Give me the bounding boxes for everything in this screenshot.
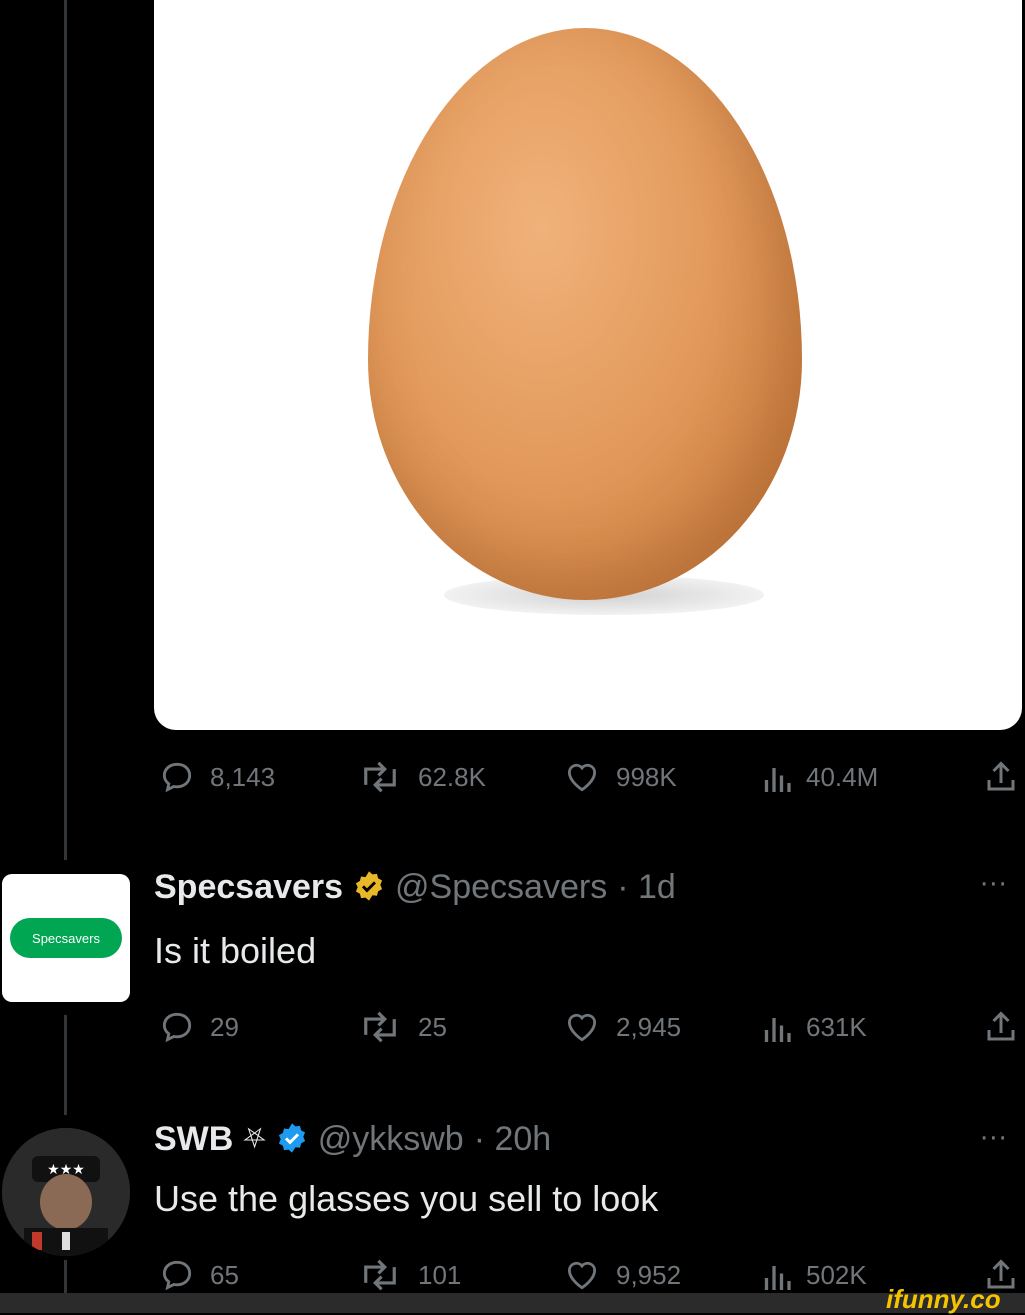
views-icon xyxy=(762,1008,792,1046)
reply-header: Specsavers @Specsavers · 1d xyxy=(154,868,676,907)
reply-icon xyxy=(158,758,196,796)
retweet-count: 62.8K xyxy=(418,761,486,792)
verified-gold-icon xyxy=(353,870,385,906)
reply-text: Use the glasses you sell to look xyxy=(154,1178,659,1219)
like-count: 998K xyxy=(616,761,677,792)
reply-count: 29 xyxy=(210,1011,239,1042)
retweet-icon xyxy=(356,1256,404,1294)
name-symbol: ⛧ xyxy=(243,1123,266,1154)
avatar[interactable]: ★★★ xyxy=(2,1128,130,1256)
views-button[interactable]: 631K xyxy=(762,1008,867,1046)
verified-blue-icon xyxy=(276,1122,308,1158)
like-button[interactable]: 2,945 xyxy=(562,1008,681,1046)
reply-text: Is it boiled xyxy=(154,930,317,971)
timestamp[interactable]: · 1d xyxy=(617,868,676,907)
reply-icon xyxy=(158,1256,196,1294)
retweet-count: 101 xyxy=(418,1259,462,1290)
reply-button[interactable]: 8,143 xyxy=(158,758,275,796)
timestamp[interactable]: · 20h xyxy=(474,1120,552,1159)
share-icon xyxy=(983,758,1019,796)
reply-count: 8,143 xyxy=(210,761,276,792)
views-count: 40.4M xyxy=(806,761,879,792)
thread-line xyxy=(64,1015,67,1115)
views-icon xyxy=(762,758,792,796)
more-options-button[interactable]: ··· xyxy=(980,1124,1008,1154)
share-button[interactable] xyxy=(983,1008,1019,1046)
retweet-icon xyxy=(356,758,404,796)
user-handle[interactable]: @Specsavers xyxy=(395,868,607,907)
retweet-icon xyxy=(356,1008,404,1046)
avatar[interactable]: Specsavers xyxy=(2,874,130,1002)
like-count: 2,945 xyxy=(616,1011,682,1042)
retweet-button[interactable]: 62.8K xyxy=(356,758,486,796)
views-icon xyxy=(762,1256,792,1294)
heart-icon xyxy=(562,1256,602,1294)
specsavers-logo: Specsavers xyxy=(10,918,122,958)
watermark: ifunny.co xyxy=(886,1284,1001,1314)
avatar-photo: ★★★ xyxy=(2,1128,130,1256)
views-count: 631K xyxy=(806,1011,867,1042)
tweet-media-image[interactable] xyxy=(154,0,1022,730)
egg-image xyxy=(368,28,802,600)
heart-icon xyxy=(562,1008,602,1046)
reply-header: SWB ⛧ @ykkswb · 20h xyxy=(154,1120,551,1159)
like-button[interactable]: 9,952 xyxy=(562,1256,681,1294)
views-button[interactable]: 502K xyxy=(762,1256,867,1294)
like-count: 9,952 xyxy=(616,1259,682,1290)
display-name[interactable]: SWB xyxy=(154,1120,233,1159)
views-count: 502K xyxy=(806,1259,867,1290)
like-button[interactable]: 998K xyxy=(562,758,677,796)
heart-icon xyxy=(562,758,602,796)
reply-button[interactable]: 65 xyxy=(158,1256,239,1294)
retweet-button[interactable]: 25 xyxy=(356,1008,447,1046)
reply-button[interactable]: 29 xyxy=(158,1008,239,1046)
more-options-button[interactable]: ··· xyxy=(980,870,1008,900)
display-name[interactable]: Specsavers xyxy=(154,868,343,907)
thread-line xyxy=(64,0,67,860)
reply-count: 65 xyxy=(210,1259,239,1290)
reply-icon xyxy=(158,1008,196,1046)
bottom-bar xyxy=(0,1293,1025,1313)
retweet-button[interactable]: 101 xyxy=(356,1256,461,1294)
retweet-count: 25 xyxy=(418,1011,447,1042)
share-icon xyxy=(983,1008,1019,1046)
user-handle[interactable]: @ykkswb xyxy=(318,1120,464,1159)
share-button[interactable] xyxy=(983,758,1019,796)
views-button[interactable]: 40.4M xyxy=(762,758,878,796)
